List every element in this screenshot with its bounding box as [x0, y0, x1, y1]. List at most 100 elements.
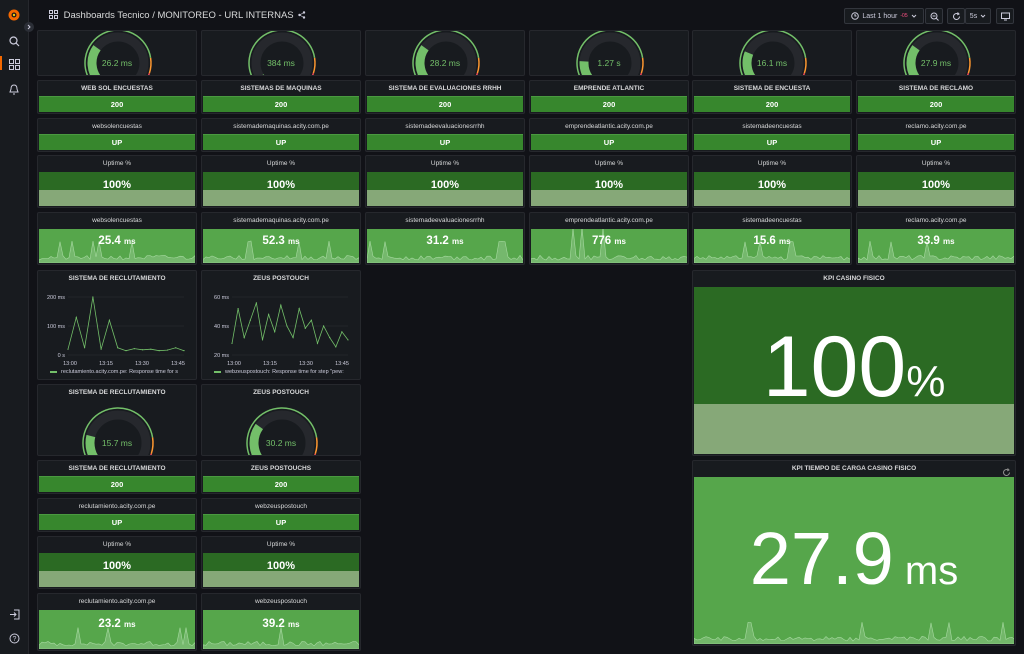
panel-title[interactable]: SISTEMA DE RECLAMO — [857, 85, 1015, 92]
panel-title[interactable]: sistemadeevaluacionesrrhh — [366, 217, 524, 224]
response-time-panel[interactable]: reclutamiento.acity.com.pe 23.2 ms — [37, 593, 197, 651]
breadcrumb-folder[interactable]: Dashboards Tecnico — [64, 10, 150, 21]
response-time-panel[interactable]: sistemadeevaluacionesrrhh 31.2 ms — [365, 212, 525, 265]
sidebar-expand-button[interactable] — [24, 22, 34, 32]
uptime-panel[interactable]: Uptime % 100% — [529, 155, 689, 208]
search-icon[interactable] — [7, 34, 21, 48]
response-time-panel[interactable]: emprendeatlantic.acity.com.pe 776 ms — [529, 212, 689, 265]
panel-title[interactable]: Uptime % — [202, 541, 360, 548]
panel-title[interactable]: sistemadeencuestas — [693, 123, 851, 130]
gauge-panel[interactable]: 1.27 s — [529, 30, 689, 76]
panel-title[interactable]: Uptime % — [366, 160, 524, 167]
uptime-panel[interactable]: Uptime % 100% — [37, 155, 197, 208]
up-status-panel[interactable]: sistemademaquinas.acity.com.pe UP — [201, 118, 361, 152]
share-icon[interactable] — [298, 11, 306, 19]
panel-title[interactable]: websolencuestas — [38, 217, 196, 224]
gauge-panel[interactable]: 27.9 ms — [856, 30, 1016, 76]
status-code-panel[interactable]: EMPRENDE ATLANTIC 200 — [529, 80, 689, 114]
timeseries-panel[interactable]: ZEUS POSTOUCH 60 ms 40 ms 20 ms 13:00 13:15 13… — [201, 270, 361, 380]
up-status-panel[interactable]: emprendeatlantic.acity.com.pe UP — [529, 118, 689, 152]
uptime-panel[interactable]: Uptime % 100% — [201, 536, 361, 589]
panel-title[interactable]: reclamo.acity.com.pe — [857, 123, 1015, 130]
uptime-panel[interactable]: Uptime % 100% — [856, 155, 1016, 208]
dashboard-title[interactable]: / MONITOREO - URL INTERNAS — [152, 10, 293, 21]
status-code-panel[interactable]: SISTEMA DE RECLAMO 200 — [856, 80, 1016, 114]
gauge-panel[interactable]: 28.2 ms — [365, 30, 525, 76]
zoom-out-button[interactable] — [925, 8, 943, 24]
response-time-panel[interactable]: reclamo.acity.com.pe 33.9 ms — [856, 212, 1016, 265]
kpi-casino-panel[interactable]: KPI CASINO FISICO 100% — [692, 270, 1016, 456]
panel-title[interactable]: Uptime % — [38, 541, 196, 548]
panel-title[interactable]: emprendeatlantic.acity.com.pe — [530, 217, 688, 224]
chart-legend[interactable]: webzeuspostouch: Response time for step … — [214, 369, 344, 375]
up-status-panel[interactable]: reclutamiento.acity.com.pe UP — [37, 498, 197, 532]
up-status-panel[interactable]: sistemadeevaluacionesrrhh UP — [365, 118, 525, 152]
gauge-panel[interactable]: 384 ms — [201, 30, 361, 76]
response-time-panel[interactable]: sistemademaquinas.acity.com.pe 52.3 ms — [201, 212, 361, 265]
panel-title[interactable]: KPI CASINO FISICO — [693, 275, 1015, 282]
status-code-panel[interactable]: SISTEMA DE RECLUTAMIENTO 200 — [37, 460, 197, 494]
panel-title[interactable]: webzeuspostouch — [202, 598, 360, 605]
panel-title[interactable]: KPI TIEMPO DE CARGA CASINO FISICO — [693, 465, 1015, 472]
gauge-panel[interactable]: 26.2 ms — [37, 30, 197, 76]
panel-title[interactable]: EMPRENDE ATLANTIC — [530, 85, 688, 92]
dashboards-icon[interactable] — [7, 57, 21, 71]
panel-title[interactable]: SISTEMA DE ENCUESTA — [693, 85, 851, 92]
panel-title[interactable]: reclutamiento.acity.com.pe — [38, 503, 196, 510]
panel-title[interactable]: websolencuestas — [38, 123, 196, 130]
chart-legend[interactable]: reclutamiento.acity.com.pe: Response tim… — [50, 369, 178, 375]
help-icon[interactable]: ? — [7, 631, 21, 645]
uptime-panel[interactable]: Uptime % 100% — [365, 155, 525, 208]
panel-title[interactable]: SISTEMA DE RECLUTAMIENTO — [38, 465, 196, 472]
response-time-panel[interactable]: websolencuestas 25.4 ms — [37, 212, 197, 265]
up-status-panel[interactable]: sistemadeencuestas UP — [692, 118, 852, 152]
time-range-picker[interactable]: Last 1 hour -05 — [844, 8, 924, 24]
uptime-panel[interactable]: Uptime % 100% — [692, 155, 852, 208]
uptime-panel[interactable]: Uptime % 100% — [201, 155, 361, 208]
panel-title[interactable]: SISTEMA DE EVALUACIONES RRHH — [366, 85, 524, 92]
panel-title[interactable]: reclamo.acity.com.pe — [857, 217, 1015, 224]
refresh-button[interactable] — [947, 8, 965, 24]
panel-title[interactable]: SISTEMAS DE MAQUINAS — [202, 85, 360, 92]
panel-title[interactable]: WEB SOL ENCUESTAS — [38, 85, 196, 92]
tv-mode-button[interactable] — [996, 8, 1014, 24]
x-tick-label: 13:45 — [335, 361, 349, 367]
response-time-panel[interactable]: webzeuspostouch 39.2 ms — [201, 593, 361, 651]
response-time-panel[interactable]: sistemadeencuestas 15.6 ms — [692, 212, 852, 265]
panel-title[interactable]: sistemadeencuestas — [693, 217, 851, 224]
refresh-interval-picker[interactable]: 5s — [965, 8, 991, 24]
panel-title[interactable]: emprendeatlantic.acity.com.pe — [530, 123, 688, 130]
alerting-bell-icon[interactable] — [7, 82, 21, 96]
panel-title[interactable]: ZEUS POSTOUCHS — [202, 465, 360, 472]
uptime-panel[interactable]: Uptime % 100% — [37, 536, 197, 589]
panel-title[interactable]: Uptime % — [693, 160, 851, 167]
gauge-panel[interactable]: SISTEMA DE RECLUTAMIENTO 15.7 ms — [37, 384, 197, 456]
sign-in-icon[interactable] — [7, 607, 21, 621]
panel-title[interactable]: Uptime % — [530, 160, 688, 167]
kpi-carga-panel[interactable]: KPI TIEMPO DE CARGA CASINO FISICO 27.9 ms — [692, 460, 1016, 646]
status-code-panel[interactable]: SISTEMA DE ENCUESTA 200 — [692, 80, 852, 114]
timeseries-panel[interactable]: SISTEMA DE RECLUTAMIENTO 200 ms 100 ms 0 s1… — [37, 270, 197, 380]
status-code-panel[interactable]: WEB SOL ENCUESTAS 200 — [37, 80, 197, 114]
status-code-panel[interactable]: SISTEMA DE EVALUACIONES RRHH 200 — [365, 80, 525, 114]
refresh-panel-icon[interactable] — [1002, 464, 1011, 476]
panel-title[interactable]: Uptime % — [857, 160, 1015, 167]
panel-title[interactable]: sistemademaquinas.acity.com.pe — [202, 217, 360, 224]
gauge-value: 30.2 ms — [265, 438, 297, 448]
gauge-panel[interactable]: ZEUS POSTOUCH 30.2 ms — [201, 384, 361, 456]
panel-title[interactable]: sistemademaquinas.acity.com.pe — [202, 123, 360, 130]
gauge-track — [579, 32, 641, 75]
grafana-logo-icon[interactable] — [7, 8, 21, 22]
panel-title[interactable]: sistemadeevaluacionesrrhh — [366, 123, 524, 130]
panel-title[interactable]: Uptime % — [38, 160, 196, 167]
status-code-panel[interactable]: SISTEMAS DE MAQUINAS 200 — [201, 80, 361, 114]
status-code-panel[interactable]: ZEUS POSTOUCHS 200 — [201, 460, 361, 494]
panel-title[interactable]: Uptime % — [202, 160, 360, 167]
stat-value: UP — [694, 134, 850, 150]
up-status-panel[interactable]: websolencuestas UP — [37, 118, 197, 152]
panel-title[interactable]: reclutamiento.acity.com.pe — [38, 598, 196, 605]
up-status-panel[interactable]: webzeuspostouch UP — [201, 498, 361, 532]
panel-title[interactable]: webzeuspostouch — [202, 503, 360, 510]
gauge-panel[interactable]: 16.1 ms — [692, 30, 852, 76]
up-status-panel[interactable]: reclamo.acity.com.pe UP — [856, 118, 1016, 152]
